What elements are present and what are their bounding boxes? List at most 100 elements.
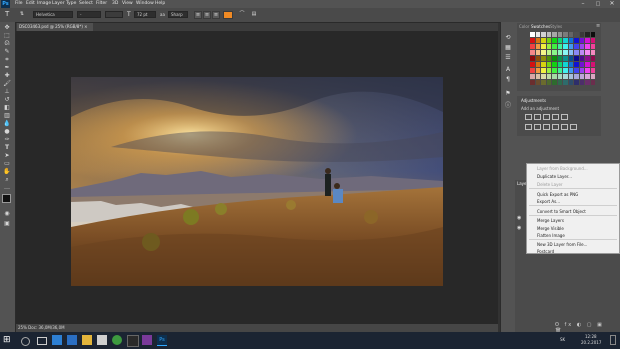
- color-swatch[interactable]: [557, 56, 563, 62]
- color-swatch[interactable]: [552, 74, 557, 80]
- maximize-button[interactable]: □: [591, 0, 605, 8]
- color-swatch[interactable]: [590, 68, 596, 74]
- color-swatch[interactable]: [546, 68, 552, 74]
- font-size-select[interactable]: 72 pt: [134, 11, 156, 18]
- color-swatch[interactable]: [579, 32, 585, 38]
- color-swatch[interactable]: [563, 56, 568, 62]
- tab-color[interactable]: Color: [519, 24, 529, 29]
- color-swatch[interactable]: [579, 56, 585, 62]
- color-swatch[interactable]: [568, 44, 574, 50]
- task-view-icon[interactable]: [37, 337, 47, 345]
- color-swatch[interactable]: [552, 56, 557, 62]
- anti-alias-select[interactable]: Sharp: [168, 11, 188, 18]
- screen-mode-icon[interactable]: ▣: [2, 220, 12, 227]
- character-panel-icon[interactable]: ▤: [250, 11, 258, 19]
- dodge-tool-icon[interactable]: ●: [2, 128, 12, 135]
- color-lookup-icon[interactable]: [570, 124, 577, 130]
- crop-tool-icon[interactable]: ⌗: [2, 56, 12, 63]
- quick-select-tool-icon[interactable]: ✎: [2, 48, 12, 55]
- eye-icon-2[interactable]: ◉: [517, 225, 523, 231]
- color-swatch[interactable]: [546, 74, 552, 80]
- menu-item-flatten-image[interactable]: Flatten Image: [537, 233, 565, 238]
- align-left-button[interactable]: ≡: [194, 11, 202, 19]
- menu-file[interactable]: File: [15, 1, 23, 6]
- vibrance-icon[interactable]: [561, 114, 568, 120]
- color-swatch[interactable]: [563, 74, 568, 80]
- color-swatch[interactable]: [579, 80, 585, 86]
- color-swatch[interactable]: [552, 62, 557, 68]
- brush-tool-icon[interactable]: 🖌: [2, 80, 12, 87]
- color-swatch[interactable]: [535, 74, 541, 80]
- color-swatch[interactable]: [557, 80, 563, 86]
- color-swatch[interactable]: [552, 50, 557, 56]
- clone-stamp-tool-icon[interactable]: ⊥: [2, 88, 12, 95]
- color-swatch[interactable]: [552, 32, 557, 38]
- color-swatch[interactable]: [585, 50, 590, 56]
- color-swatch[interactable]: [574, 62, 579, 68]
- color-swatch[interactable]: [574, 74, 579, 80]
- color-swatch[interactable]: [585, 80, 590, 86]
- color-swatch[interactable]: [541, 74, 546, 80]
- color-swatch[interactable]: [557, 68, 563, 74]
- color-swatch[interactable]: [552, 44, 557, 50]
- brightness-contrast-icon[interactable]: [525, 114, 532, 120]
- color-swatch[interactable]: [590, 74, 596, 80]
- menu-item-merge-layers[interactable]: Merge Layers: [537, 218, 564, 223]
- color-swatch[interactable]: [557, 38, 563, 44]
- marquee-tool-icon[interactable]: ⬚: [2, 32, 12, 39]
- color-swatch[interactable]: [579, 38, 585, 44]
- eye-icon[interactable]: ◉: [517, 215, 523, 221]
- color-swatch[interactable]: [568, 50, 574, 56]
- color-swatch[interactable]: [557, 44, 563, 50]
- color-swatch[interactable]: [585, 44, 590, 50]
- clock-date[interactable]: 20.2.2017: [581, 341, 601, 345]
- menu-window[interactable]: Window: [136, 1, 154, 6]
- channel-mixer-icon[interactable]: [561, 124, 568, 130]
- ie-icon[interactable]: [67, 335, 77, 345]
- rectangle-tool-icon[interactable]: ▭: [2, 160, 12, 167]
- menu-item-convert-smart-object[interactable]: Convert to Smart Object: [537, 209, 586, 214]
- color-swatch[interactable]: [530, 62, 535, 68]
- black-white-icon[interactable]: [543, 124, 550, 130]
- clock-time[interactable]: 12:28: [585, 335, 597, 339]
- menu-type[interactable]: Type: [66, 1, 76, 6]
- color-swatch[interactable]: [563, 68, 568, 74]
- color-swatch[interactable]: [546, 38, 552, 44]
- font-style-select[interactable]: -: [77, 11, 101, 18]
- color-swatch[interactable]: [552, 38, 557, 44]
- color-swatch[interactable]: [535, 38, 541, 44]
- document-image[interactable]: [71, 77, 443, 286]
- close-window-button[interactable]: ✕: [605, 0, 619, 8]
- edge-icon[interactable]: [52, 335, 62, 345]
- color-swatch[interactable]: [574, 50, 579, 56]
- color-swatch[interactable]: [552, 68, 557, 74]
- menu-item-new-3d-layer[interactable]: New 3D Layer from File...: [537, 242, 587, 247]
- photoshop-taskbar-icon[interactable]: Ps: [157, 335, 167, 346]
- brush-panel-icon[interactable]: ▦: [504, 44, 512, 52]
- history-panel-icon[interactable]: ⟲: [504, 34, 512, 42]
- color-swatch[interactable]: [568, 56, 574, 62]
- color-swatch[interactable]: [541, 56, 546, 62]
- color-swatch[interactable]: [541, 68, 546, 74]
- color-swatch[interactable]: [590, 32, 596, 38]
- color-swatch[interactable]: [579, 44, 585, 50]
- menu-3d[interactable]: 3D: [112, 1, 118, 6]
- type-tool-icon-2[interactable]: T: [2, 144, 12, 151]
- more-tools-icon[interactable]: …: [2, 184, 12, 191]
- color-swatch[interactable]: [568, 68, 574, 74]
- color-swatch[interactable]: [568, 38, 574, 44]
- hand-tool-icon[interactable]: ✋: [2, 168, 12, 175]
- font-style-empty[interactable]: [105, 11, 123, 18]
- color-swatch[interactable]: [546, 56, 552, 62]
- menu-select[interactable]: Select: [79, 1, 93, 6]
- photo-filter-icon[interactable]: [552, 124, 559, 130]
- align-right-button[interactable]: ≡: [212, 11, 220, 19]
- color-swatch[interactable]: [541, 44, 546, 50]
- color-swatch[interactable]: [574, 32, 579, 38]
- zoom-tool-icon[interactable]: ⌕: [2, 176, 12, 183]
- move-tool-icon[interactable]: ✥: [2, 24, 12, 31]
- font-family-select[interactable]: Helvetica: [33, 11, 73, 18]
- color-swatch[interactable]: [535, 68, 541, 74]
- color-swatch[interactable]: [546, 32, 552, 38]
- color-swatch[interactable]: [535, 32, 541, 38]
